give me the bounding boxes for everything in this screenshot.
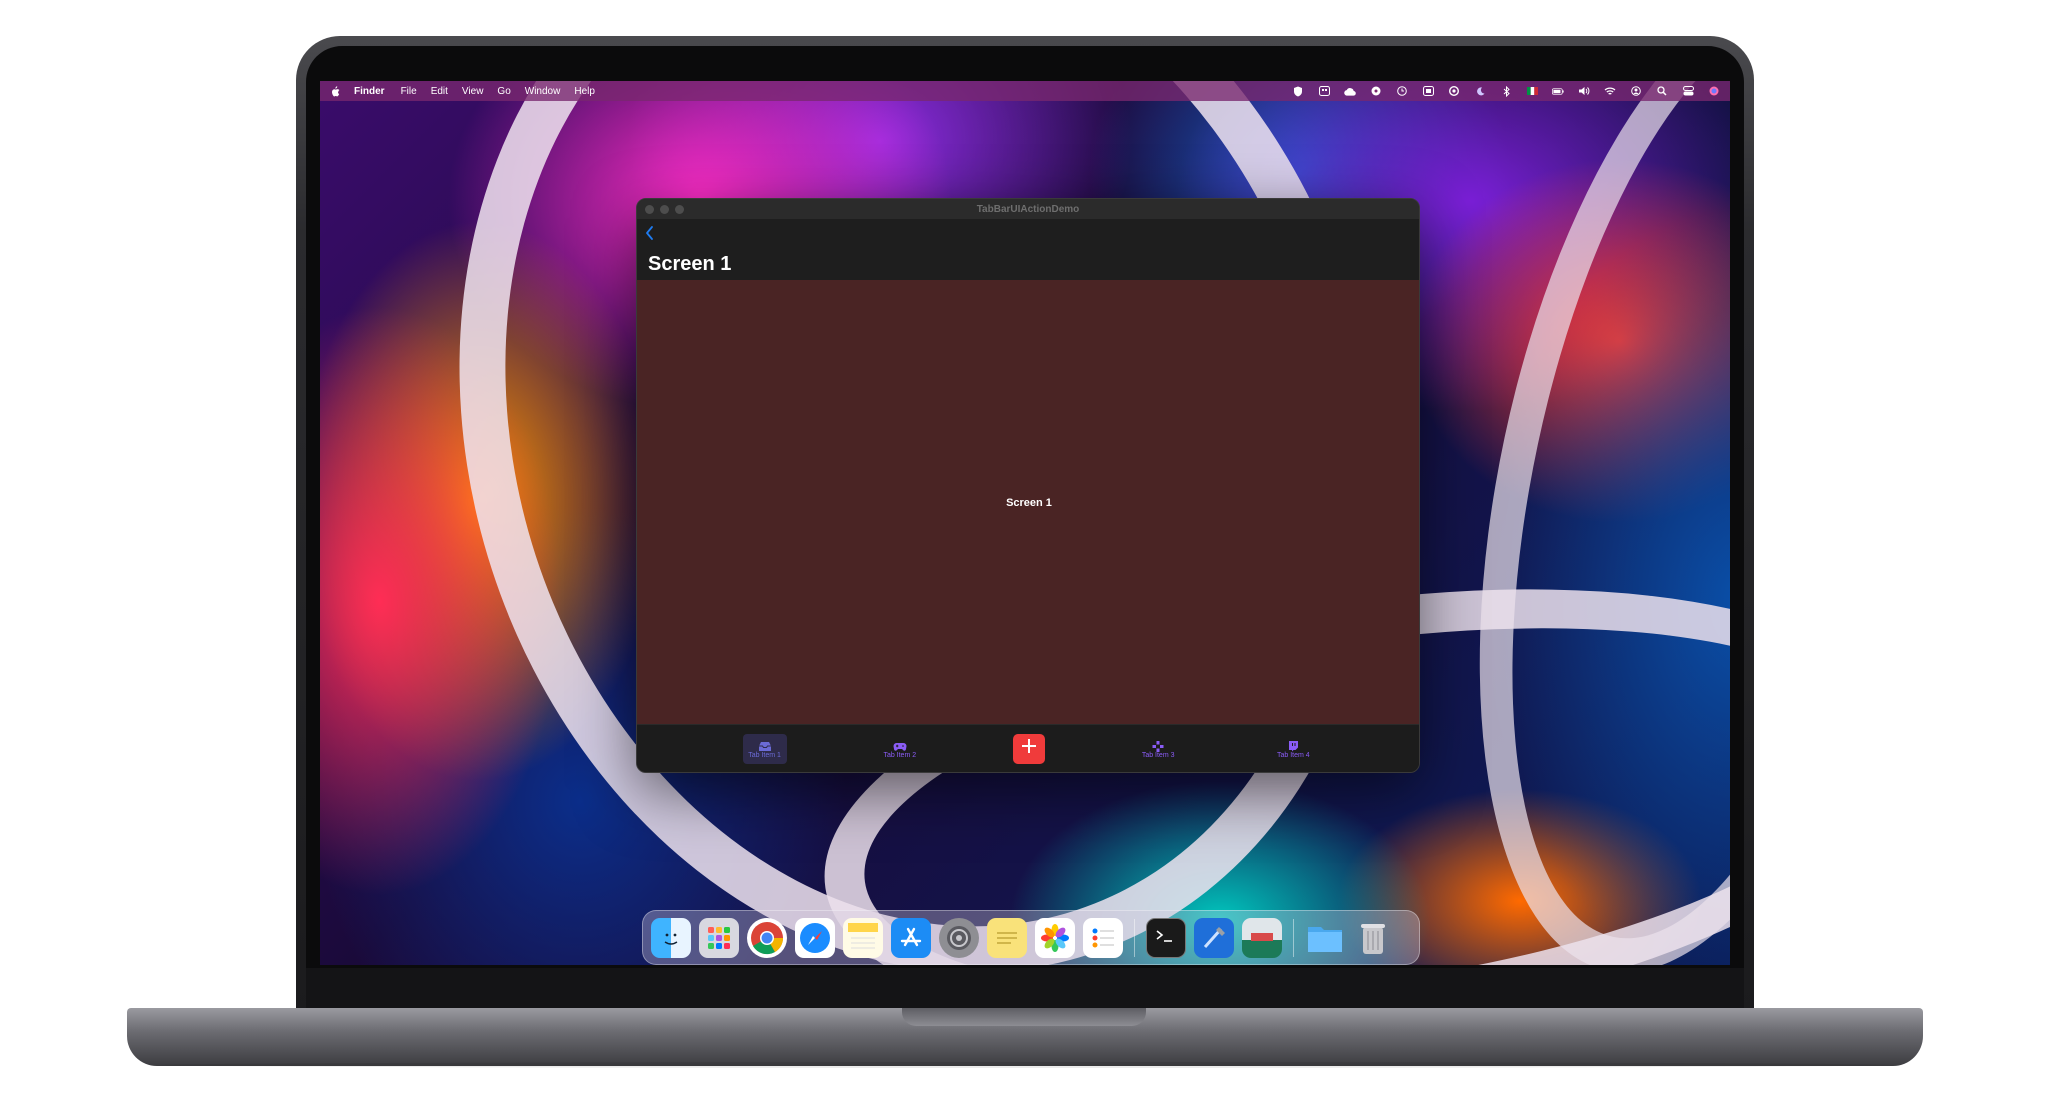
tab-label: Tab Item 2 <box>883 751 917 759</box>
fan-icon[interactable] <box>1370 85 1382 97</box>
laptop-shadow <box>160 1062 1890 1068</box>
lock-icon[interactable] <box>1448 85 1460 97</box>
user-icon[interactable] <box>1630 85 1642 97</box>
menu-help[interactable]: Help <box>574 86 595 97</box>
apple-icon[interactable] <box>330 85 340 97</box>
app-window: TabBarUIActionDemo Screen 1 Screen 1 Tab… <box>636 198 1420 773</box>
wifi-icon[interactable] <box>1604 85 1616 97</box>
page-title: Screen 1 <box>648 253 732 275</box>
dock <box>642 910 1420 965</box>
xcode-icon[interactable] <box>1194 917 1234 958</box>
photos-icon[interactable] <box>1035 917 1075 958</box>
tab-bar: Tab Item 1 Tab Item 2 Tab Item 3 Tab Ite… <box>637 724 1419 772</box>
app-store-icon[interactable] <box>891 917 931 958</box>
menu-file[interactable]: File <box>401 86 417 97</box>
control-center-icon[interactable] <box>1682 85 1694 97</box>
simulator-icon[interactable] <box>1242 917 1282 958</box>
screen: Finder File Edit View Go Window Help Tab… <box>320 81 1730 965</box>
screen-content: Screen 1 <box>637 280 1419 726</box>
spotlight-icon[interactable] <box>1656 85 1668 97</box>
window-title: TabBarUIActionDemo <box>976 203 1080 215</box>
finder-icon[interactable] <box>651 917 691 958</box>
tab-label: Tab Item 3 <box>1141 751 1175 759</box>
tab-item-4[interactable]: Tab Item 4 <box>1271 734 1315 764</box>
plus-icon <box>1021 738 1037 759</box>
desktop-stage: Finder File Edit View Go Window Help Tab… <box>0 0 2048 1100</box>
notes-icon[interactable] <box>843 917 883 958</box>
siri-icon[interactable] <box>1708 85 1720 97</box>
menu-go[interactable]: Go <box>497 86 510 97</box>
tray-icon <box>758 739 772 751</box>
bluetooth-icon[interactable] <box>1500 85 1512 97</box>
reminders-icon[interactable] <box>1083 917 1123 958</box>
cloud-upload-icon[interactable] <box>1344 85 1356 97</box>
flag-icon[interactable] <box>1526 85 1538 97</box>
menu-app-name[interactable]: Finder <box>354 86 385 97</box>
system-preferences-icon[interactable] <box>939 917 979 958</box>
chrome-icon[interactable] <box>747 917 787 958</box>
menu-view[interactable]: View <box>462 86 484 97</box>
volume-icon[interactable] <box>1578 85 1590 97</box>
display-icon[interactable] <box>1422 85 1434 97</box>
menu-bar: Finder File Edit View Go Window Help <box>320 81 1730 101</box>
menu-edit[interactable]: Edit <box>431 86 448 97</box>
shield-icon[interactable] <box>1292 85 1304 97</box>
terminal-icon[interactable] <box>1146 917 1186 958</box>
moon-icon[interactable] <box>1474 85 1486 97</box>
safari-icon[interactable] <box>795 917 835 958</box>
tab-item-3[interactable]: Tab Item 3 <box>1136 734 1180 764</box>
keyboard-icon[interactable] <box>1318 85 1330 97</box>
tab-label: Tab Item 4 <box>1277 751 1310 759</box>
trash-icon[interactable] <box>1353 918 1393 958</box>
downloads-folder-icon[interactable] <box>1305 918 1345 958</box>
add-action-button[interactable] <box>1012 733 1045 764</box>
twitch-icon <box>1286 739 1300 751</box>
dock-separator <box>1293 918 1294 957</box>
tab-label: Tab Item 1 <box>748 751 781 759</box>
tab-item-1[interactable]: Tab Item 1 <box>742 733 787 764</box>
clock-icon[interactable] <box>1396 85 1408 97</box>
laptop-opening-notch <box>902 1008 1146 1026</box>
back-chevron-icon[interactable] <box>643 224 657 242</box>
window-titlebar[interactable]: TabBarUIActionDemo <box>637 199 1419 219</box>
dock-separator <box>1134 918 1135 957</box>
menu-window[interactable]: Window <box>525 86 561 97</box>
tab-item-2[interactable]: Tab Item 2 <box>878 734 922 764</box>
navigation-bar: Screen 1 <box>637 219 1419 280</box>
content-label: Screen 1 <box>1006 497 1052 509</box>
gamecontroller-icon <box>893 739 907 751</box>
stickies-icon[interactable] <box>987 917 1027 958</box>
battery-icon[interactable] <box>1552 85 1564 97</box>
dpad-icon <box>1151 739 1165 752</box>
launchpad-icon[interactable] <box>699 917 739 958</box>
menu-status-area <box>1292 85 1720 97</box>
